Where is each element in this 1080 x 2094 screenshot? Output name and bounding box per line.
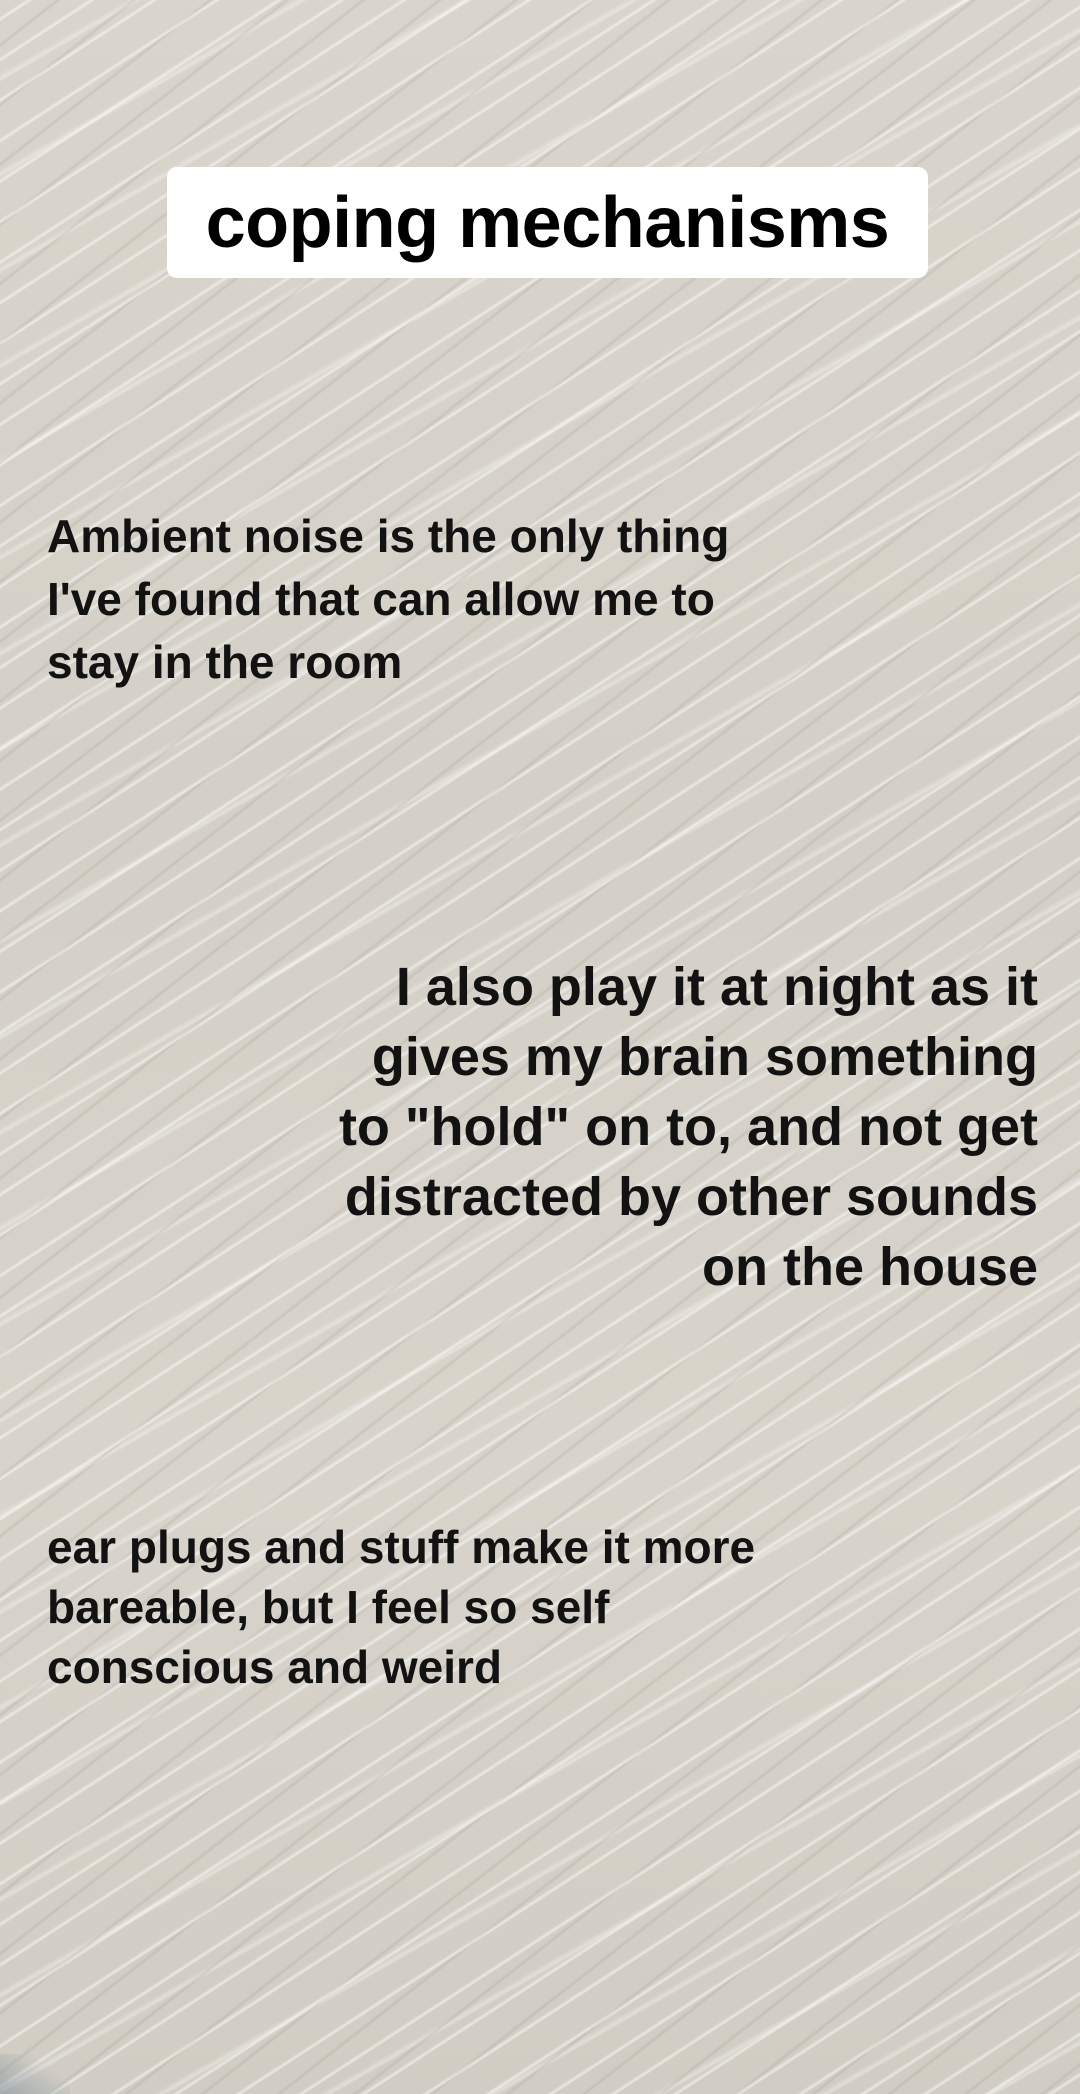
title-text: coping mechanisms (205, 182, 890, 263)
caption-ambient-noise: Ambient noise is the only thing I've fou… (47, 510, 730, 688)
story-canvas: { "title": { "text": "coping mechanisms"… (0, 0, 1080, 2094)
caption-night-play: I also play it at night as it gives my b… (338, 957, 1038, 1297)
caption-ear-plugs: ear plugs and stuff make it more bareabl… (47, 1521, 756, 1693)
title-sticker: coping mechanisms (167, 167, 928, 278)
background-corner-shadow (0, 2054, 70, 2094)
